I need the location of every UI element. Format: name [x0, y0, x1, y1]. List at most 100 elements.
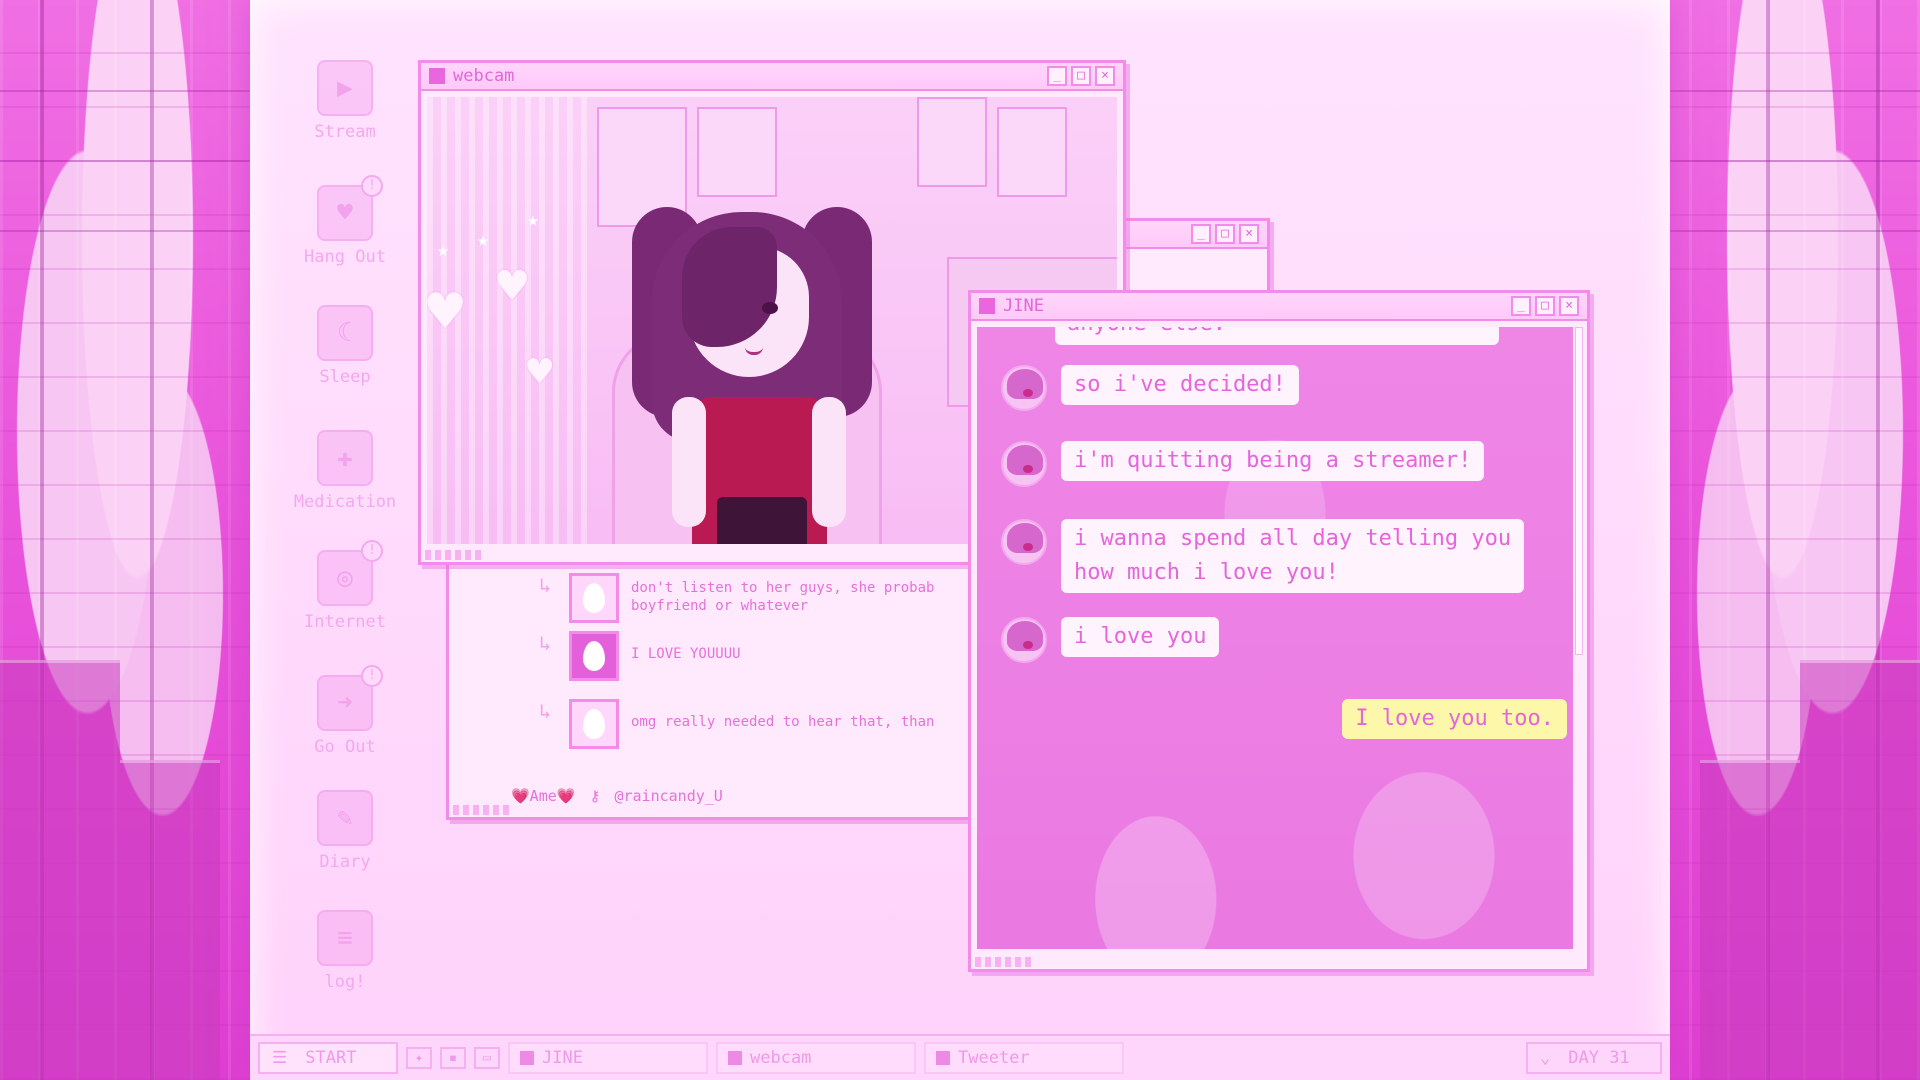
log-icon: ≡	[317, 910, 373, 966]
desktop-icon-stream[interactable]: ▶ Stream	[280, 60, 410, 142]
monitor-icon[interactable]: ▭	[474, 1047, 500, 1069]
tweet-reply-text: omg really needed to hear that, than	[631, 714, 935, 730]
avatar	[569, 573, 619, 623]
task-label: webcam	[750, 1048, 812, 1068]
taskbar-task-jine[interactable]: JINE	[508, 1042, 708, 1074]
minimize-button[interactable]: _	[1191, 224, 1211, 244]
chat-message-self: I love you too.	[1342, 699, 1567, 739]
close-button[interactable]: ×	[1095, 66, 1115, 86]
close-button[interactable]: ×	[1559, 296, 1579, 316]
wall-poster	[917, 97, 987, 187]
desktop-icon-hang-out[interactable]: ♥! Hang Out	[280, 175, 410, 267]
window-icon	[936, 1051, 950, 1065]
app-icon[interactable]: ▪	[440, 1047, 466, 1069]
heart-decoration-icon: ♥	[427, 277, 464, 347]
chat-message: i'm quitting being a streamer!	[1001, 441, 1485, 487]
right-scenery	[1670, 0, 1920, 1080]
desktop-icon-internet[interactable]: ◎! Internet	[280, 540, 410, 632]
go-out-icon: ➜!	[317, 665, 383, 731]
chat-log[interactable]: anyone else. so i've decided! i'm quitti…	[977, 327, 1573, 949]
medication-icon: ✚	[317, 430, 373, 486]
chat-bubble: so i've decided!	[1061, 365, 1299, 405]
resize-handle[interactable]	[453, 805, 513, 815]
desktop-icon-sleep[interactable]: ☾ Sleep	[280, 305, 410, 387]
avatar	[569, 699, 619, 749]
desktop-icon-diary[interactable]: ✎ Diary	[280, 790, 410, 872]
key-icon: ⚷	[589, 787, 601, 805]
resize-handle[interactable]	[975, 957, 1035, 967]
day-label: DAY 31	[1568, 1048, 1630, 1068]
desktop-icon-label: Medication	[293, 492, 397, 512]
character-arm	[672, 397, 706, 527]
chat-scrollbar[interactable]	[1575, 327, 1583, 655]
task-label: Tweeter	[958, 1048, 1030, 1068]
diary-icon: ✎	[317, 790, 373, 846]
tweeter-window[interactable]: ↳ don't listen to her guys, she probab b…	[446, 560, 986, 820]
chat-message: i wanna spend all day telling you how mu…	[1001, 519, 1525, 593]
desktop-icon-label: Go Out	[314, 737, 376, 757]
taskbar: ☰ START ✦ ▪ ▭ JINE webcam Tweeter ⌄ DAY …	[250, 1034, 1670, 1080]
desktop-icon-label: log!	[324, 972, 366, 992]
reply-arrow-icon: ↳	[539, 631, 552, 655]
chat-bubble: i'm quitting being a streamer!	[1061, 441, 1485, 481]
bird-icon[interactable]: ✦	[406, 1047, 432, 1069]
desktop-icon-label: Diary	[319, 852, 371, 872]
avatar	[1001, 441, 1047, 487]
minimize-button[interactable]: _	[1047, 66, 1067, 86]
hangout-icon: ♥!	[317, 175, 383, 241]
character-corset	[717, 497, 807, 544]
maximize-button[interactable]: □	[1071, 66, 1091, 86]
avatar	[1001, 519, 1047, 565]
maximize-button[interactable]: □	[1535, 296, 1555, 316]
resize-handle[interactable]	[425, 550, 485, 560]
chat-message: i love you	[1001, 617, 1220, 663]
desktop-icon-log[interactable]: ≡ log!	[280, 910, 410, 992]
tweet-reply[interactable]: I LOVE YOUUUU	[569, 631, 971, 681]
task-label: JINE	[542, 1048, 583, 1068]
stream-icon: ▶	[317, 60, 373, 116]
window-titlebar[interactable]: webcam _ □ ×	[421, 63, 1123, 91]
taskbar-task-tweeter[interactable]: Tweeter	[924, 1042, 1124, 1074]
left-scenery	[0, 0, 250, 1080]
tweet-reply[interactable]: don't listen to her guys, she probab boy…	[569, 573, 971, 623]
reply-arrow-icon: ↳	[539, 573, 552, 597]
star-decoration-icon: ★	[527, 207, 540, 231]
desktop-icon-medication[interactable]: ✚ Medication	[280, 430, 410, 512]
alert-badge-icon: !	[361, 665, 383, 687]
minimize-button[interactable]: _	[1511, 296, 1531, 316]
jine-chat-window[interactable]: JINE _ □ × anyone else. so i've decided!…	[968, 290, 1590, 972]
avatar	[569, 631, 619, 681]
maximize-button[interactable]: □	[1215, 224, 1235, 244]
window-title: webcam	[453, 66, 515, 86]
author-name: 💗Ame💗	[511, 787, 576, 805]
taskbar-task-webcam[interactable]: webcam	[716, 1042, 916, 1074]
window-title: JINE	[1003, 296, 1044, 316]
window-titlebar[interactable]: JINE _ □ ×	[971, 293, 1587, 321]
sleep-icon: ☾	[317, 305, 373, 361]
window-icon	[979, 298, 995, 314]
window-icon	[728, 1051, 742, 1065]
window-titlebar[interactable]: _ □ ×	[1123, 221, 1267, 249]
desktop-icon-label: Hang Out	[304, 247, 386, 267]
start-label: START	[305, 1048, 357, 1068]
close-button[interactable]: ×	[1239, 224, 1259, 244]
tweet-reply[interactable]: omg really needed to hear that, than	[569, 699, 971, 749]
character-eye	[762, 302, 778, 314]
alert-badge-icon: !	[361, 540, 383, 562]
tweet-reply-text: I LOVE YOUUUU	[631, 646, 741, 662]
character-arm	[812, 397, 846, 527]
internet-icon: ◎!	[317, 540, 383, 606]
wall-poster	[697, 107, 777, 197]
start-menu-icon: ☰	[272, 1048, 288, 1068]
desktop-icon-go-out[interactable]: ➜! Go Out	[280, 665, 410, 757]
chat-bubble-self: I love you too.	[1342, 699, 1567, 739]
alert-badge-icon: !	[361, 175, 383, 197]
window-icon	[520, 1051, 534, 1065]
author-handle: @raincandy_U	[614, 787, 723, 805]
chat-bubble: i love you	[1061, 617, 1220, 657]
start-button[interactable]: ☰ START	[258, 1042, 398, 1074]
star-decoration-icon: ★	[477, 227, 490, 251]
day-counter[interactable]: ⌄ DAY 31	[1526, 1042, 1662, 1074]
tweet-reply-text: don't listen to her guys, she probab boy…	[631, 580, 935, 614]
avatar	[1001, 617, 1047, 663]
